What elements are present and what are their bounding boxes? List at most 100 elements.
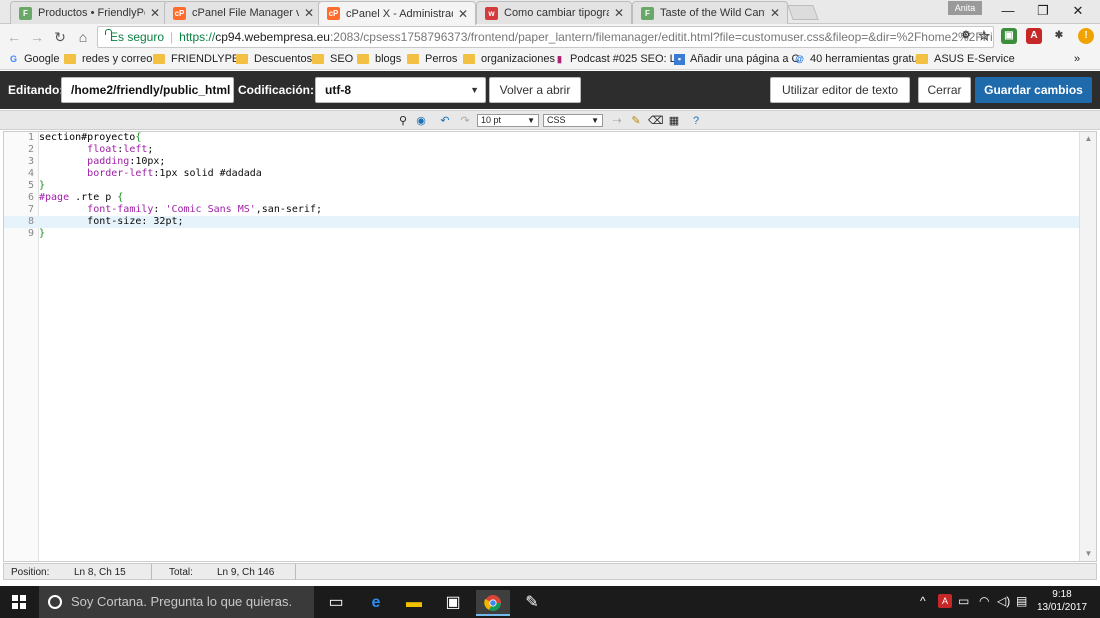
bookmarks-overflow-button[interactable]: » bbox=[1074, 53, 1080, 65]
wand-icon[interactable]: ✎ bbox=[629, 114, 643, 128]
star-icon[interactable]: ☆ bbox=[976, 28, 992, 44]
paint-icon[interactable]: ✎ bbox=[515, 590, 549, 616]
scroll-up-icon[interactable]: ▲ bbox=[1080, 132, 1097, 146]
wifi-icon[interactable]: ◠ bbox=[979, 594, 989, 608]
tab-productos[interactable]: F Productos • FriendlyPet ✕ bbox=[10, 1, 168, 24]
vertical-scrollbar[interactable]: ▲ ▼ bbox=[1079, 132, 1096, 561]
bookmark-podcast[interactable]: ▮ Podcast #025 SEO: Lin bbox=[554, 53, 684, 65]
search-icon[interactable]: ⚲ bbox=[396, 114, 410, 128]
url-input[interactable]: Es seguro | https:// cp94.webempresa.eu … bbox=[97, 26, 994, 48]
code-line[interactable]: 7 font-family: 'Comic Sans MS',san-serif… bbox=[4, 204, 1079, 216]
bookmark-perros[interactable]: Perros bbox=[407, 53, 457, 65]
bookmark-label: 40 herramientas gratu bbox=[810, 53, 918, 65]
bookmark-label: Google bbox=[24, 53, 60, 65]
reload-icon[interactable]: ↻ bbox=[51, 28, 69, 46]
bookmark-google[interactable]: G Google bbox=[8, 53, 60, 65]
tray-expand-icon[interactable]: ^ bbox=[920, 594, 926, 608]
task-view-icon[interactable]: ▭ bbox=[319, 590, 353, 616]
new-tab-button[interactable] bbox=[787, 5, 819, 20]
folder-icon bbox=[407, 54, 419, 64]
back-icon[interactable]: ← bbox=[5, 28, 23, 46]
store-icon[interactable]: ▣ bbox=[436, 590, 470, 616]
code-editor[interactable]: 1 section#proyecto{2 float:left; 3 padding… bbox=[3, 131, 1097, 562]
reopen-button[interactable]: Volver a abrir bbox=[489, 77, 581, 103]
code-line[interactable]: 4 border-left:1px solid #dadada bbox=[4, 168, 1079, 180]
tab-taste-wild[interactable]: F Taste of the Wild Canyon ✕ bbox=[632, 1, 788, 24]
path-field[interactable]: /home2/friendly/public_html bbox=[61, 77, 234, 103]
home-icon[interactable]: ⌂ bbox=[74, 28, 92, 46]
code-line[interactable]: 9} bbox=[4, 228, 1079, 240]
bookmark-label: Descuentos bbox=[254, 53, 313, 65]
update-icon[interactable]: ! bbox=[1078, 28, 1094, 44]
bookmark-anadir-pagina[interactable]: ▪ Añadir una página a C bbox=[674, 53, 799, 65]
help-icon[interactable]: ? bbox=[689, 114, 703, 128]
close-icon[interactable]: ✕ bbox=[457, 7, 469, 21]
highlight-icon[interactable]: ⇢ bbox=[610, 114, 624, 128]
code-line[interactable]: 6 #page .rte p { bbox=[4, 192, 1079, 204]
code-line[interactable]: 3 padding:10px; bbox=[4, 156, 1079, 168]
code-line[interactable]: 5} bbox=[4, 180, 1079, 192]
close-icon[interactable]: ✕ bbox=[149, 6, 161, 20]
chrome-icon[interactable] bbox=[476, 590, 510, 616]
bookmark-seo[interactable]: SEO bbox=[312, 53, 353, 65]
code-token: : 32pt; bbox=[141, 216, 184, 227]
eraser-icon[interactable]: ⌫ bbox=[648, 114, 664, 128]
profile-button[interactable]: Anita bbox=[948, 1, 982, 15]
code-line[interactable]: 2 float:left; bbox=[4, 144, 1079, 156]
fullscreen-icon[interactable]: ▦ bbox=[667, 114, 681, 128]
code-line[interactable]: 1 section#proyecto{ bbox=[4, 132, 1079, 144]
close-icon[interactable]: ✕ bbox=[303, 6, 315, 20]
url-separator: | bbox=[170, 30, 174, 44]
bookmark-redes[interactable]: redes y correo bbox=[64, 53, 152, 65]
forward-icon[interactable]: → bbox=[28, 28, 46, 46]
tab-cpanel-admin[interactable]: cP cPanel X - Administrador ✕ bbox=[318, 1, 476, 25]
close-icon[interactable]: ✕ bbox=[769, 6, 781, 20]
tab-tipografia[interactable]: w Como cambiar tipografía ✕ bbox=[476, 1, 632, 24]
scroll-down-icon[interactable]: ▼ bbox=[1080, 547, 1097, 561]
minimize-icon[interactable]: — bbox=[998, 3, 1018, 19]
bookmark-descuentos[interactable]: Descuentos bbox=[236, 53, 312, 65]
windows-start-icon[interactable] bbox=[12, 595, 26, 609]
cortana-search-box[interactable]: Soy Cortana. Pregunta lo que quieras. bbox=[39, 586, 314, 618]
file-explorer-icon[interactable]: ▬ bbox=[397, 590, 431, 616]
bookmark-herramientas[interactable]: @40 herramientas gratu bbox=[794, 53, 918, 65]
redo-icon[interactable]: ↷ bbox=[458, 114, 472, 128]
acrobat-icon[interactable]: A bbox=[1026, 28, 1042, 44]
close-window-icon[interactable]: ✕ bbox=[1068, 3, 1088, 19]
volume-icon[interactable]: ◁) bbox=[997, 594, 1010, 608]
line-number: 5 bbox=[27, 180, 34, 191]
notifications-icon[interactable]: ▤ bbox=[1016, 594, 1027, 608]
position-label: Position: bbox=[11, 567, 50, 578]
translate-icon[interactable]: ⚙ bbox=[958, 28, 974, 44]
taskbar-clock[interactable]: 9:18 13/01/2017 bbox=[1034, 588, 1090, 614]
goto-icon[interactable]: ◉ bbox=[414, 114, 428, 128]
cortana-placeholder: Soy Cortana. Pregunta lo que quieras. bbox=[71, 594, 293, 609]
edge-icon[interactable]: e bbox=[359, 590, 393, 616]
font-size-select[interactable]: 10 pt ▼ bbox=[477, 114, 539, 127]
bookmark-label: organizaciones bbox=[481, 53, 555, 65]
extension-green-icon[interactable]: ▣ bbox=[1001, 28, 1017, 44]
acrobat-tray-icon[interactable]: A bbox=[938, 594, 952, 608]
use-text-editor-button[interactable]: Utilizar editor de texto bbox=[770, 77, 910, 103]
extension-puzzle-icon[interactable]: ✱ bbox=[1051, 28, 1067, 44]
restore-icon[interactable]: ❐ bbox=[1033, 3, 1053, 19]
bookmark-blogs[interactable]: blogs bbox=[357, 53, 401, 65]
folder-icon bbox=[916, 54, 928, 64]
bookmark-friendlypet[interactable]: FRIENDLYPET bbox=[153, 53, 246, 65]
bookmark-organizaciones[interactable]: organizaciones bbox=[463, 53, 555, 65]
url-protocol: https:// bbox=[179, 30, 216, 44]
code-line[interactable]: 8 font-size: 32pt; bbox=[4, 216, 1079, 228]
tab-file-manager[interactable]: cP cPanel File Manager v3 ✕ bbox=[164, 1, 322, 24]
undo-icon[interactable]: ↶ bbox=[438, 114, 452, 128]
line-number: 2 bbox=[27, 144, 34, 155]
save-changes-button[interactable]: Guardar cambios bbox=[975, 77, 1092, 103]
close-button[interactable]: Cerrar bbox=[918, 77, 971, 103]
syntax-select[interactable]: CSS ▼ bbox=[543, 114, 603, 127]
line-number: 7 bbox=[27, 204, 34, 215]
battery-icon[interactable]: ▭ bbox=[958, 594, 969, 608]
encoding-select[interactable]: utf-8 ▼ bbox=[315, 77, 486, 103]
tab-title: Como cambiar tipografía bbox=[504, 7, 609, 19]
close-icon[interactable]: ✕ bbox=[613, 6, 625, 20]
bookmark-asus[interactable]: ASUS E-Service bbox=[916, 53, 1015, 65]
editing-label: Editando: bbox=[8, 83, 64, 97]
